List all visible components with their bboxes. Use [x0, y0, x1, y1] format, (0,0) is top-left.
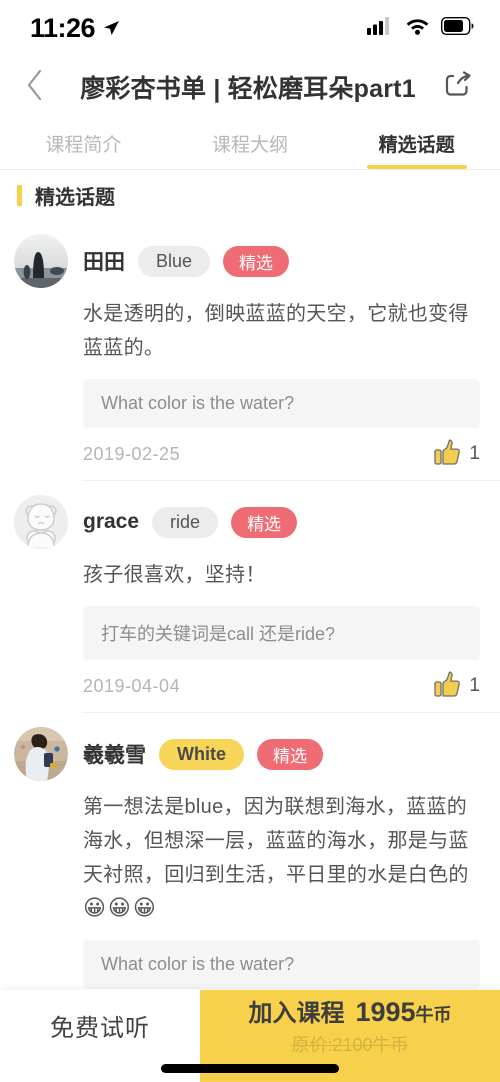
like-button[interactable]: 1 — [434, 438, 480, 471]
price-unit: 牛币 — [415, 1005, 452, 1025]
comment-author: 田田 — [83, 251, 125, 274]
like-count: 1 — [469, 443, 480, 464]
tab-course-intro[interactable]: 课程简介 — [0, 118, 167, 169]
tab-label: 精选话题 — [378, 135, 455, 156]
tab-featured-topics[interactable]: 精选话题 — [333, 118, 500, 169]
price-value: 1995 — [355, 997, 416, 1027]
cartoon-bear-avatar-icon — [14, 495, 68, 549]
bottom-action-bar: 免费试听 加入课程 1995牛币 原价:2100牛币 — [0, 990, 500, 1082]
question-box: What color is the water? — [83, 940, 480, 989]
comment-author: grace — [83, 510, 140, 533]
join-course-label: 加入课程 — [248, 1000, 345, 1027]
section-header: 精选话题 — [0, 170, 500, 220]
comment-header: 田田 Blue 精选 — [14, 220, 480, 288]
comment-text: 第一想法是blue，因为联想到海水，蓝蓝的海水，但想深一层，蓝蓝的海水，那是与蓝… — [83, 781, 480, 926]
page-title: 廖彩杏书单 | 轻松磨耳朵part1 — [80, 75, 416, 103]
comment-header: grace ride 精选 — [14, 481, 480, 549]
back-button[interactable] — [18, 68, 52, 107]
list-item[interactable]: 田田 Blue 精选 水是透明的，倒映蓝蓝的天空，它就也变得蓝蓝的。 What … — [0, 220, 500, 480]
featured-badge: 精选 — [257, 738, 323, 770]
like-button[interactable]: 1 — [434, 670, 480, 703]
share-button[interactable] — [438, 67, 478, 107]
comment-text: 水是透明的，倒映蓝蓝的天空，它就也变得蓝蓝的。 — [83, 303, 469, 359]
wifi-icon — [405, 16, 430, 40]
join-course-main: 加入课程 1995牛币 — [248, 993, 451, 1028]
comment-feed: 田田 Blue 精选 水是透明的，倒映蓝蓝的天空，它就也变得蓝蓝的。 What … — [0, 220, 500, 1082]
section-accent-bar — [17, 184, 22, 206]
photo-avatar-seascape-icon — [14, 234, 68, 288]
thumbs-up-icon — [434, 670, 464, 703]
comment-text-main: 第一想法是blue，因为联想到海水，蓝蓝的海水，但想深一层，蓝蓝的海水，那是与蓝… — [83, 796, 469, 886]
tab-course-outline[interactable]: 课程大纲 — [167, 118, 334, 169]
question-box: 打车的关键词是call 还是ride? — [83, 606, 480, 660]
status-bar-right — [367, 16, 474, 40]
free-trial-label: 免费试听 — [50, 1014, 150, 1042]
avatar[interactable] — [14, 727, 68, 781]
featured-badge: 精选 — [223, 245, 290, 277]
photo-avatar-child-icon — [14, 727, 68, 781]
thumbs-up-icon — [434, 438, 464, 471]
home-indicator — [161, 1064, 339, 1073]
answer-tag: ride — [152, 506, 219, 538]
original-price: 原价:2100牛币 — [291, 1035, 409, 1055]
battery-icon — [440, 16, 474, 40]
comment-footer: 2019-04-04 1 — [83, 660, 480, 712]
avatar[interactable] — [14, 234, 68, 288]
comment-date: 2019-04-04 — [83, 675, 181, 696]
location-arrow-icon — [102, 13, 120, 44]
comment-footer: 2019-02-25 1 — [83, 428, 480, 480]
comment-author: 羲羲雪 — [83, 744, 146, 767]
phone-screen: 11:26 廖彩杏书单 | 轻松磨耳朵part1 课程简介 课程大纲 精选话题 … — [0, 0, 500, 1082]
tab-bar: 课程简介 课程大纲 精选话题 — [0, 118, 500, 170]
status-bar: 11:26 — [0, 0, 500, 56]
cellular-signal-icon — [367, 16, 394, 40]
chevron-left-icon — [24, 68, 46, 107]
comment-header: 羲羲雪 White 精选 — [14, 713, 480, 781]
status-bar-left: 11:26 — [30, 13, 120, 44]
comment-date: 2019-02-25 — [83, 443, 181, 464]
join-price-group: 1995牛币 — [355, 997, 451, 1028]
clock-label: 11:26 — [30, 12, 96, 43]
tab-label: 课程大纲 — [212, 135, 289, 156]
navigation-bar: 廖彩杏书单 | 轻松磨耳朵part1 — [0, 56, 500, 118]
comment-emoji: 😀😀😀 — [83, 895, 158, 920]
avatar[interactable] — [14, 495, 68, 549]
comment-text: 孩子很喜欢，坚持！ — [83, 564, 266, 586]
like-count: 1 — [469, 675, 480, 696]
featured-badge: 精选 — [231, 506, 298, 538]
tab-label: 课程简介 — [45, 135, 122, 156]
answer-tag: White — [159, 738, 244, 770]
list-item[interactable]: grace ride 精选 孩子很喜欢，坚持！ 打车的关键词是call 还是ri… — [0, 481, 500, 712]
answer-tag: Blue — [138, 245, 211, 277]
share-icon — [442, 69, 474, 106]
section-title: 精选话题 — [35, 186, 115, 209]
question-box: What color is the water? — [83, 379, 480, 428]
